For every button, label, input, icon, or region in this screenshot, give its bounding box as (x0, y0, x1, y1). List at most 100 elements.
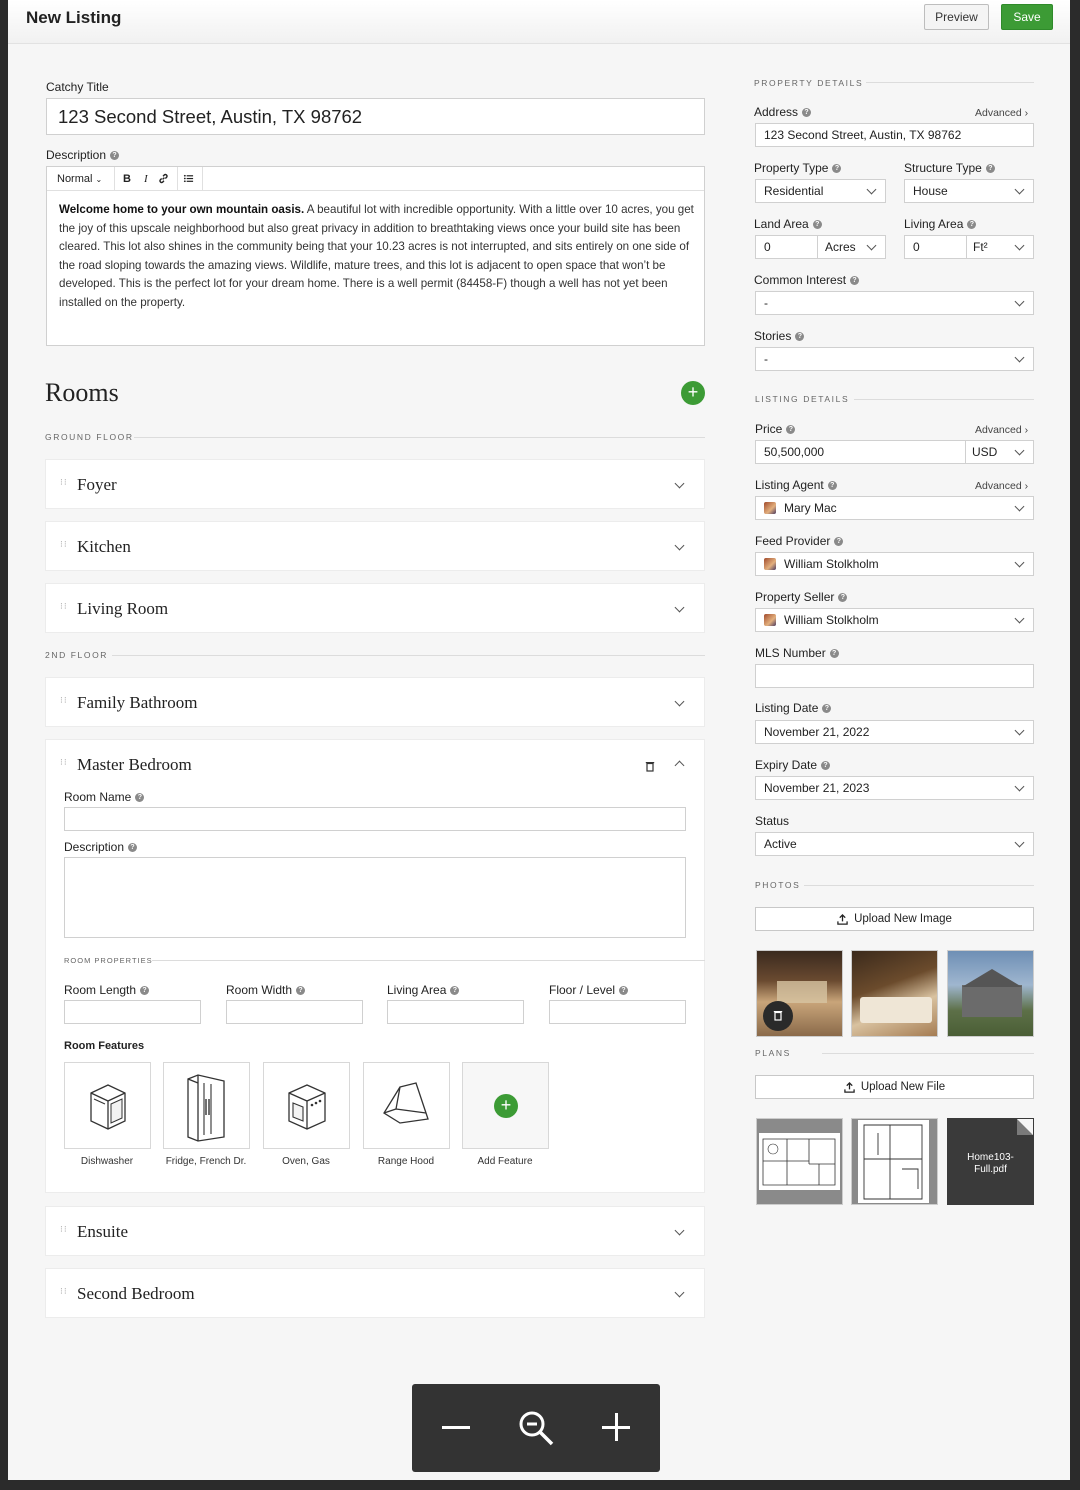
room-description-input[interactable] (64, 857, 686, 938)
room-card-living-room[interactable]: ⁝⁝ Living Room (45, 583, 705, 633)
stories-select[interactable]: - (755, 347, 1034, 371)
room-name: Ensuite (77, 1222, 128, 1241)
room-card-second-bedroom[interactable]: ⁝⁝ Second Bedroom (45, 1268, 705, 1318)
room-card-ensuite[interactable]: ⁝⁝ Ensuite (45, 1206, 705, 1256)
divider (804, 885, 1034, 886)
divider (152, 960, 705, 961)
divider (854, 399, 1034, 400)
price-advanced-link[interactable]: Advanced › (975, 424, 1028, 436)
chevron-down-icon (1014, 725, 1025, 736)
photo-thumbnail[interactable] (851, 950, 938, 1037)
chevron-up-icon[interactable] (674, 760, 685, 771)
address-input[interactable]: 123 Second Street, Austin, TX 98762 (755, 123, 1034, 147)
zoom-out-icon[interactable] (442, 1426, 470, 1429)
bold-button[interactable]: B (123, 173, 131, 185)
room-card-foyer[interactable]: ⁝⁝ Foyer (45, 459, 705, 509)
expiry-date-select[interactable]: November 21, 2023 (755, 776, 1034, 800)
room-name-input[interactable] (64, 807, 686, 831)
common-interest-select[interactable]: - (755, 291, 1034, 315)
room-name: Foyer (77, 475, 117, 494)
zoom-reset-icon[interactable] (517, 1409, 555, 1447)
room-card-kitchen[interactable]: ⁝⁝ Kitchen (45, 521, 705, 571)
agent-advanced-link[interactable]: Advanced › (975, 480, 1028, 492)
italic-button[interactable]: I (144, 173, 148, 185)
zoom-in-icon[interactable] (602, 1413, 630, 1441)
listing-date-select[interactable]: November 21, 2022 (755, 720, 1034, 744)
delete-photo-icon[interactable] (763, 1001, 793, 1031)
feature-label: Fridge, French Dr. (165, 1156, 247, 1167)
room-living-area-input[interactable] (387, 1000, 524, 1024)
address-advanced-link[interactable]: Advanced › (975, 107, 1028, 119)
pdf-file-thumbnail[interactable]: Home103-Full.pdf (947, 1118, 1034, 1205)
bullet-list-icon[interactable] (183, 173, 194, 187)
save-button[interactable]: Save (1001, 4, 1053, 30)
living-area-unit-select[interactable]: Ft² (973, 240, 988, 254)
trash-icon[interactable] (645, 759, 655, 777)
land-area-unit-select[interactable]: Acres (825, 240, 856, 254)
feed-provider-select[interactable]: William Stolkholm (755, 552, 1034, 576)
feature-range-hood[interactable] (363, 1062, 450, 1149)
photo-thumbnail[interactable] (947, 950, 1034, 1037)
chevron-down-icon (1014, 445, 1025, 456)
preview-button[interactable]: Preview (924, 4, 989, 30)
floor-level-label: Floor / Level? (549, 983, 629, 997)
price-label: Price? (755, 422, 796, 436)
add-feature-button[interactable]: + (462, 1062, 549, 1149)
chevron-down-icon[interactable] (674, 602, 685, 613)
drag-handle-icon[interactable]: ⁝⁝ (60, 758, 68, 770)
listing-agent-select[interactable]: Mary Mac (755, 496, 1034, 520)
structure-type-label: Structure Type? (904, 161, 995, 175)
description-editor[interactable]: Normal ⌄ B I Welcome home to your own mo… (46, 166, 705, 346)
common-interest-label: Common Interest? (754, 273, 860, 287)
mls-number-input[interactable] (755, 664, 1034, 688)
chevron-down-icon (1014, 613, 1025, 624)
room-name: Master Bedroom (77, 755, 192, 774)
title-input[interactable]: 123 Second Street, Austin, TX 98762 (46, 98, 705, 135)
room-width-input[interactable] (226, 1000, 363, 1024)
property-seller-select[interactable]: William Stolkholm (755, 608, 1034, 632)
land-area-input[interactable]: 0 Acres (755, 235, 886, 259)
help-icon: ? (140, 986, 150, 996)
room-name: Kitchen (77, 537, 131, 556)
upload-file-button[interactable]: Upload New File (755, 1075, 1034, 1099)
feature-fridge[interactable] (163, 1062, 250, 1149)
floor-level-input[interactable] (549, 1000, 686, 1024)
living-area-input[interactable]: 0 Ft² (904, 235, 1034, 259)
chevron-down-icon[interactable] (674, 696, 685, 707)
chevron-down-icon[interactable] (674, 1225, 685, 1236)
photos-caption: PHOTOS (755, 880, 801, 890)
price-input[interactable]: 50,500,000 USD (755, 440, 1034, 464)
room-length-input[interactable] (64, 1000, 201, 1024)
structure-type-select[interactable]: House (904, 179, 1034, 203)
feature-dishwasher[interactable] (64, 1062, 151, 1149)
drag-handle-icon[interactable]: ⁝⁝ (60, 478, 68, 490)
currency-select[interactable]: USD (972, 445, 997, 459)
upload-image-button[interactable]: Upload New Image (755, 907, 1034, 931)
plan-thumbnail[interactable] (756, 1118, 843, 1205)
drag-handle-icon[interactable]: ⁝⁝ (60, 696, 68, 708)
title-label: Catchy Title (46, 80, 109, 94)
chevron-down-icon[interactable] (674, 478, 685, 489)
drag-handle-icon[interactable]: ⁝⁝ (60, 602, 68, 614)
format-select[interactable]: Normal ⌄ (57, 173, 102, 185)
drag-handle-icon[interactable]: ⁝⁝ (60, 1225, 68, 1237)
divider (134, 437, 705, 438)
divider (866, 82, 1034, 83)
plan-thumbnail[interactable] (851, 1118, 938, 1205)
room-card-family-bathroom[interactable]: ⁝⁝ Family Bathroom (45, 677, 705, 727)
help-icon: ? (802, 108, 812, 118)
property-seller-label: Property Seller? (755, 590, 848, 604)
living-area-label: Living Area? (387, 983, 460, 997)
photo-thumbnail[interactable] (756, 950, 843, 1037)
room-properties-caption: ROOM PROPERTIES (64, 956, 153, 965)
feature-label: Dishwasher (80, 1156, 134, 1167)
chevron-down-icon[interactable] (674, 540, 685, 551)
add-room-button[interactable]: + (681, 381, 705, 405)
chevron-down-icon[interactable] (674, 1287, 685, 1298)
link-icon[interactable] (158, 173, 169, 187)
drag-handle-icon[interactable]: ⁝⁝ (60, 540, 68, 552)
feature-oven[interactable] (263, 1062, 350, 1149)
property-type-select[interactable]: Residential (755, 179, 886, 203)
drag-handle-icon[interactable]: ⁝⁝ (60, 1287, 68, 1299)
status-select[interactable]: Active (755, 832, 1034, 856)
